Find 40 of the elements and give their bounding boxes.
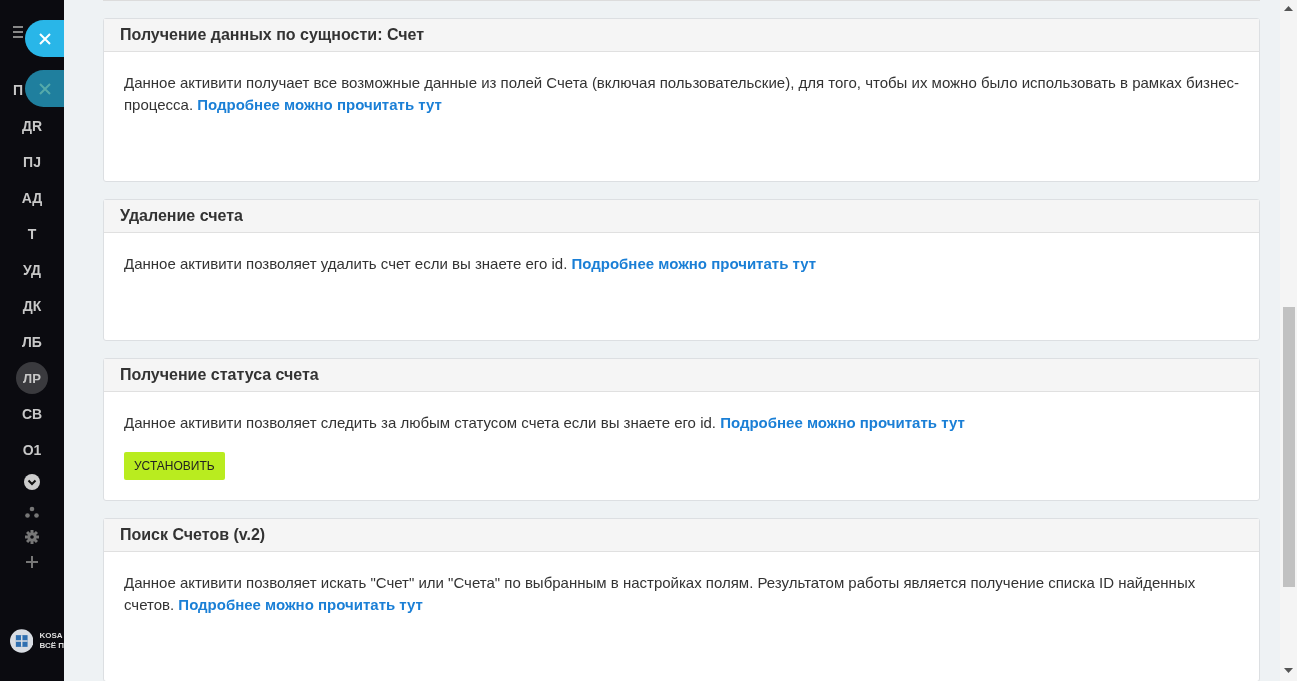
sidebar-item[interactable]: ДК [22, 288, 42, 324]
menu-icon[interactable] [13, 26, 23, 38]
plus-icon[interactable] [26, 556, 38, 568]
card-title: Получение данных по сущности: Счет [104, 19, 1259, 52]
card-description: Данное активити позволяет искать "Счет" или "Счета" по выбранным в настройках полям. Результатом работы является получение списка ID найденных счетов. Подробнее можно прочитать тут [124, 573, 1197, 615]
card-description: Данное активити получает все возможные данные из полей Счета (включая пользовательские), для того, чтобы их можно было использовать в рамках бизнес-процесса. Подробнее можно прочитать тут [124, 73, 1239, 115]
logo-text: KOSA [39, 631, 64, 641]
details-link[interactable]: Подробнее можно прочитать тут [720, 414, 965, 431]
settings-icon[interactable] [25, 530, 39, 544]
card-title: Поиск Счетов (v.2) [104, 519, 1259, 552]
chevron-down-icon[interactable] [24, 474, 40, 490]
sidebar-item[interactable]: Т [27, 216, 37, 252]
network-icon[interactable] [25, 506, 39, 518]
sidebar-item[interactable]: СВ [21, 396, 43, 432]
details-link[interactable]: Подробнее можно прочитать тут [197, 96, 442, 113]
card-title: Удаление счета [104, 200, 1259, 233]
logo-icon [10, 629, 34, 653]
card-description: Данное активити позволяет следить за любым статусом счета если вы знаете его id. Подробнее можно прочитать тут [124, 413, 966, 433]
sidebar-item[interactable]: ДR [21, 108, 43, 144]
sidebar-item[interactable]: ЛР [16, 362, 48, 394]
scroll-up-icon[interactable] [1284, 6, 1293, 11]
sidebar-item[interactable]: П [13, 72, 24, 108]
scroll-down-icon[interactable] [1284, 668, 1293, 673]
scrollbar[interactable] [1280, 0, 1297, 681]
sidebar-item[interactable]: АД [21, 180, 43, 216]
card-title: Получение статуса счета [104, 359, 1259, 392]
card-description: Данное активити позволяет удалить счет если вы знаете его id. Подробнее можно прочитать тут [124, 254, 818, 274]
close-icon [38, 32, 51, 45]
scroll-thumb[interactable] [1283, 307, 1295, 587]
sidebar-item[interactable]: О1 [22, 432, 42, 468]
close-button[interactable] [25, 70, 64, 107]
install-button[interactable]: УСТАНОВИТЬ [124, 452, 225, 480]
close-icon [38, 82, 51, 95]
details-link[interactable]: Подробнее можно прочитать тут [571, 255, 817, 272]
sidebar-item[interactable]: ПЈ [23, 144, 41, 180]
details-link[interactable]: Подробнее можно прочитать тут [178, 596, 423, 613]
logo-text: ВСЁ П [39, 641, 64, 651]
close-button[interactable] [25, 20, 64, 57]
sidebar-item[interactable]: ЛБ [22, 324, 42, 360]
sidebar-item[interactable]: УД [23, 252, 41, 288]
